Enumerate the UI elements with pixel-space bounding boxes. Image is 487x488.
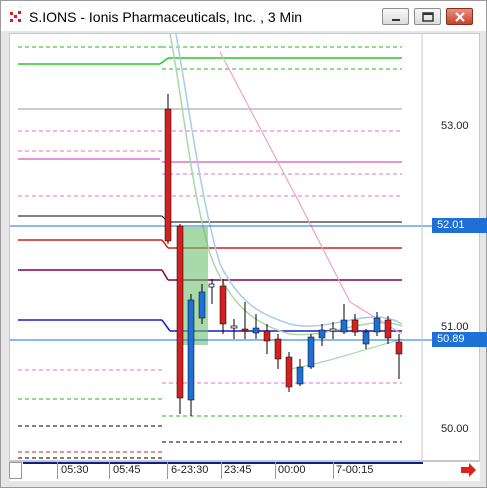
time-tick	[57, 462, 58, 479]
time-label-0000: 00:00	[278, 464, 306, 476]
restore-icon	[422, 12, 434, 22]
price-tag-52-01: 52.01	[432, 218, 487, 233]
time-tick	[167, 462, 168, 479]
time-tick	[109, 462, 110, 479]
price-label-53: 53.00	[441, 120, 469, 132]
time-label-0530: 05:30	[61, 464, 89, 476]
scroll-left-box[interactable]	[9, 462, 22, 479]
price-chart[interactable]: 53.00 52.01 51.00 50.89 50.00	[9, 33, 487, 462]
red-right-arrow-icon[interactable]	[460, 461, 478, 479]
close-button[interactable]	[446, 8, 473, 25]
price-tag-50-89: 50.89	[432, 332, 487, 347]
chart-window: S.IONS - Ionis Pharmaceuticals, Inc. , 3…	[0, 0, 487, 488]
time-tick	[221, 462, 222, 479]
time-label-2345: 23:45	[224, 464, 252, 476]
minimize-button[interactable]	[382, 8, 409, 25]
chart-plot[interactable]	[10, 34, 481, 462]
time-tick	[275, 462, 276, 479]
title-bar[interactable]: S.IONS - Ionis Pharmaceuticals, Inc. , 3…	[1, 1, 486, 31]
time-label-7-0015: 7-00:15	[336, 464, 374, 476]
time-label-0545: 05:45	[113, 464, 141, 476]
window-title: S.IONS - Ionis Pharmaceuticals, Inc. , 3…	[29, 9, 303, 25]
time-axis[interactable]: 05:30 05:45 6-23:30 23:45 00:00 7-00:15	[9, 461, 480, 481]
time-label-6-2330: 6-23:30	[171, 464, 209, 476]
restore-button[interactable]	[414, 8, 441, 25]
chart-app-icon	[9, 10, 23, 24]
minimize-icon	[392, 19, 400, 21]
price-label-50: 50.00	[441, 423, 469, 435]
close-icon	[455, 12, 465, 22]
time-tick	[333, 462, 334, 479]
